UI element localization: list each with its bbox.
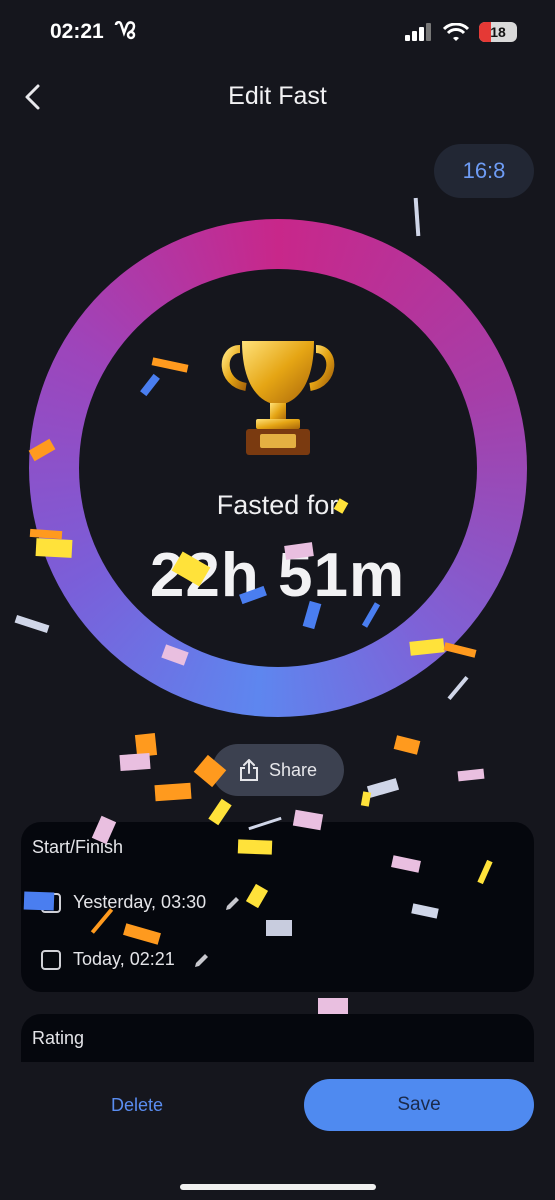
confetti-piece: [119, 752, 151, 772]
rating-heading: Rating: [32, 1028, 85, 1048]
fasted-duration: 22h 51m: [149, 541, 406, 610]
signal-icon: [405, 23, 431, 41]
confetti-piece: [266, 920, 292, 936]
delete-button[interactable]: Delete: [100, 1090, 174, 1120]
confetti-piece: [154, 782, 192, 802]
confetti-piece: [366, 778, 400, 798]
trophy-icon: [221, 341, 335, 455]
progress-ring: [29, 219, 527, 717]
confetti-piece: [447, 675, 469, 701]
status-indicators: 18: [405, 22, 517, 42]
pencil-icon[interactable]: [224, 894, 242, 912]
confetti-piece: [29, 528, 63, 540]
fasted-label: Fasted for: [216, 490, 339, 520]
share-button[interactable]: Share: [212, 744, 344, 796]
confetti-piece: [318, 998, 348, 1014]
start-finish-card: Start/Finish Yesterday, 03:30 Today, 02:…: [21, 822, 534, 992]
page-title: Edit Fast: [228, 82, 327, 110]
confetti-piece: [413, 197, 421, 237]
confetti-piece: [14, 614, 50, 634]
status-time: 02:21: [50, 20, 140, 44]
pencil-icon[interactable]: [193, 951, 211, 969]
battery-level: 18: [490, 24, 506, 40]
save-button[interactable]: Save: [304, 1079, 534, 1131]
start-finish-heading: Start/Finish: [32, 837, 124, 857]
confetti-piece: [237, 839, 273, 855]
share-icon: [239, 759, 258, 781]
start-time-row[interactable]: Yesterday, 03:30: [41, 892, 242, 913]
heartbeat-icon: [114, 20, 135, 40]
checkbox-icon[interactable]: [41, 949, 61, 970]
home-indicator: [180, 1184, 376, 1190]
confetti-piece: [23, 891, 55, 911]
start-time: Yesterday, 03:30: [73, 892, 207, 912]
confetti-piece: [393, 735, 421, 755]
fasting-plan-chip[interactable]: 16:8: [434, 144, 534, 198]
confetti-piece: [35, 538, 73, 558]
confetti-piece: [457, 768, 485, 782]
finish-time-row[interactable]: Today, 02:21: [41, 949, 211, 970]
wifi-icon: [443, 23, 469, 41]
confetti-piece: [360, 791, 372, 807]
battery-icon: 18: [479, 22, 517, 42]
confetti-piece: [443, 642, 477, 658]
finish-time: Today, 02:21: [73, 949, 175, 969]
share-label: Share: [268, 759, 318, 780]
